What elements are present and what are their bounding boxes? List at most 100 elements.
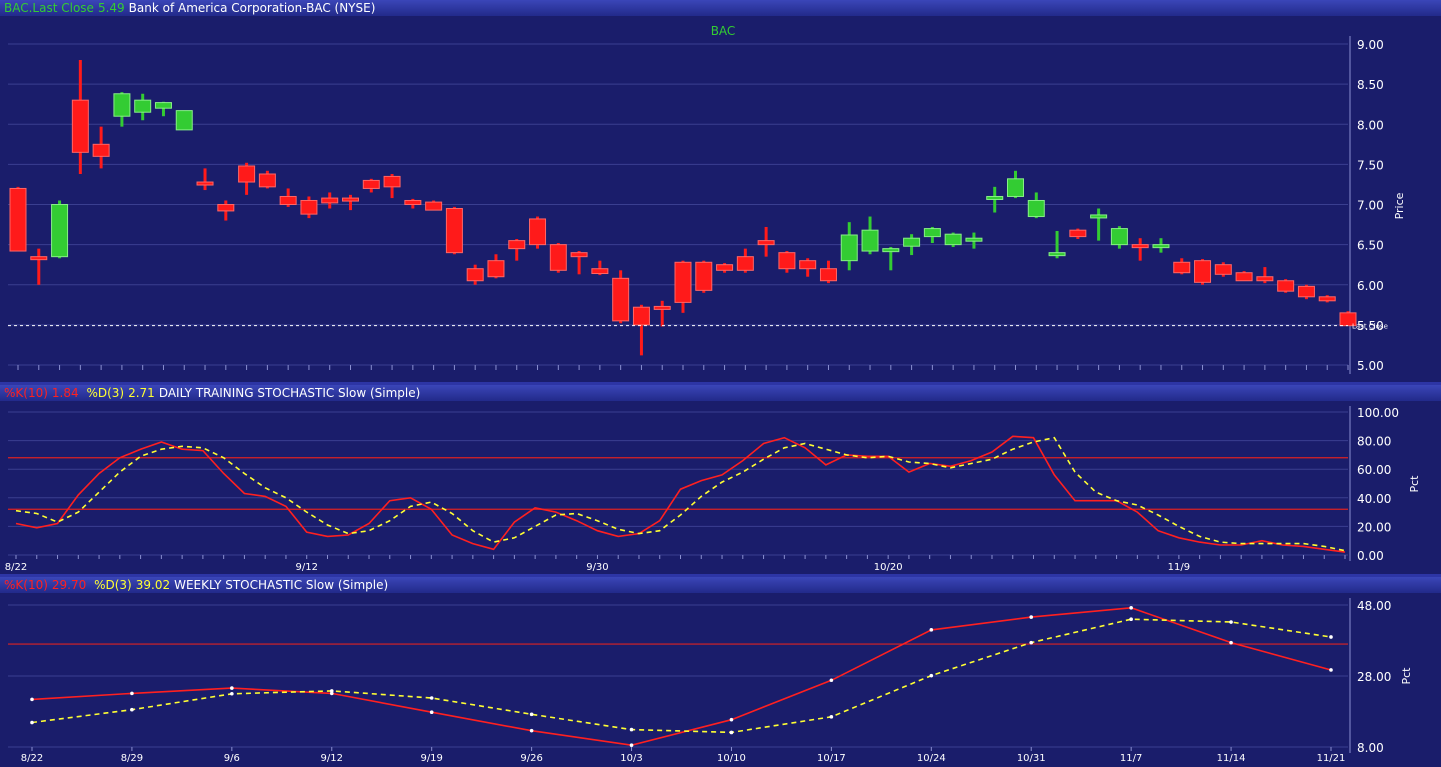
k-point [1029,615,1034,619]
k-point [1329,668,1333,672]
y-tick-label: 6.00 [1357,279,1384,293]
x-tick-label: 9/30 [586,562,608,573]
last-close-marker: Last Close [1352,323,1388,331]
candle-body [258,173,276,188]
y-axis-label: Pct [1408,475,1421,493]
candle-body [92,143,110,157]
candle-body [1152,244,1170,249]
candle-body [632,306,650,326]
k-point [829,678,834,683]
y-tick-label: 7.50 [1357,158,1384,172]
y-tick-label: 5.00 [1357,359,1384,373]
candle-body [383,175,401,188]
daily-stochastic-chart[interactable]: 100.00 80.00 60.00 40.00 20.00 0.00 8/22 9/12 9/… [0,401,1441,574]
candle-body [736,256,754,271]
weekly-stochastic-panel[interactable]: 48.00 28.00 8.00 8/22 8/29 9/6 9/12 9/19 9/26 10/… [0,593,1441,764]
candle-body [1194,260,1212,283]
weekly-k-label: %K(10) [4,578,48,592]
candle-body [508,240,526,250]
candle-body [591,268,609,275]
weekly-indicator-title: WEEKLY STOCHASTIC Slow (Simple) [174,578,389,592]
d-point [529,712,534,717]
candle-body [653,305,671,310]
x-tick-label: 11/21 [1317,753,1346,763]
daily-d-value: 2.71 [128,386,155,400]
weekly-stochastic-titlebar: %K(10) 29.70 %D(3) 39.02 WEEKLY STOCHASTIC … [0,577,1441,593]
k-point [30,697,34,702]
k-point [1129,606,1133,610]
d-point [130,707,134,712]
k-point [629,743,634,748]
k-point [429,710,434,715]
x-tick-label: 10/3 [620,753,642,763]
x-tick-label: 10/10 [717,753,746,763]
weekly-d-value: 39.02 [135,578,171,592]
candle-body [9,187,27,252]
x-tick-label: 9/12 [321,753,343,763]
d-point [230,691,234,696]
x-tick-label: 8/22 [21,753,43,763]
chart-title: BAC [711,24,736,38]
candle-body [757,240,775,246]
symbol-label: BAC.Last Close [4,1,94,15]
y-tick-label: 7.00 [1357,199,1384,213]
weekly-k-value: 29.70 [51,578,87,592]
candle-body [986,195,1004,200]
candle-body [861,229,879,252]
candle-body [1007,178,1024,197]
candle-body [404,199,422,206]
y-tick-label: 8.00 [1357,118,1384,132]
candle-body [1027,199,1045,218]
candle-body [674,261,692,303]
candle-body [342,197,359,202]
y-tick-label: 20.00 [1357,520,1391,534]
candle-body [1318,296,1336,302]
y-tick-label: 60.00 [1357,463,1391,477]
d-point [829,715,834,719]
y-tick-label: 100.00 [1357,406,1399,420]
daily-stochastic-panel[interactable]: 100.00 80.00 60.00 40.00 20.00 0.00 8/22 9/12 9/… [0,401,1441,574]
x-tick-label: 11/7 [1120,753,1142,763]
d-point [429,696,434,700]
x-tick-label: 11/9 [1168,562,1190,573]
candle-body [549,244,567,271]
price-chart[interactable]: 9.008.508.007.507.006.506.005.505.00Last… [0,16,1441,382]
d-point [1229,620,1233,624]
candle-body [1214,264,1232,275]
candle-body [154,102,172,109]
candle-body [965,237,983,242]
candle-body [903,237,921,247]
d-point [929,673,934,678]
x-tick-label: 9/19 [420,753,442,763]
candle-body [1090,214,1108,219]
candle-body [30,256,48,261]
candle-body [321,197,339,204]
security-name: Bank of America Corporation-BAC (NYSE) [128,1,376,15]
d-point [329,689,334,693]
x-tick-label: 10/31 [1017,753,1046,763]
candle-body [840,234,858,262]
k-point [1229,640,1233,645]
candle-body [695,261,713,291]
candle-body [1069,229,1087,238]
candle-body [570,252,588,258]
candle-body [1297,285,1315,298]
x-tick-label: 9/6 [224,753,240,763]
daily-stochastic-titlebar: %K(10) 1.84 %D(3) 2.71 DAILY TRAINING STOCH… [0,385,1441,401]
x-tick-label: 8/22 [5,562,27,573]
y-tick-label: 48.00 [1357,599,1391,613]
candle-body [1277,280,1295,292]
y-tick-label: 8.00 [1357,741,1384,755]
candle-body [923,228,941,238]
weekly-stochastic-chart[interactable]: 48.00 28.00 8.00 8/22 8/29 9/6 9/12 9/19 9/26 10/… [0,593,1441,764]
x-tick-label: 9/12 [295,562,317,573]
daily-d-label: %D(3) [86,386,125,400]
candle-body [487,260,505,278]
y-axis-label: Pct [1400,667,1413,685]
x-tick-label: 8/29 [121,753,143,763]
candle-body [51,204,69,258]
d-point [1329,635,1333,639]
candle-body [716,264,734,271]
candle-body [1173,261,1191,274]
price-panel[interactable]: 9.00 8.50 8.00 7.50 7.00 6.50 6.00 5.50 5.00 Last… [0,16,1441,382]
